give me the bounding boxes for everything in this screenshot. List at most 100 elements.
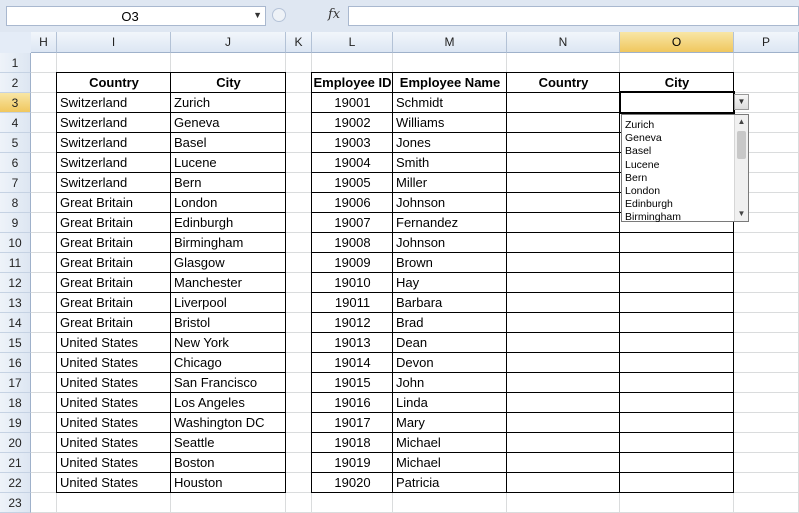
table1-cell-city[interactable]: Seattle [171,433,286,453]
table1-cell-city[interactable]: Basel [171,133,286,153]
table1-cell-country[interactable]: Great Britain [57,213,171,233]
table1-cell-city[interactable]: Glasgow [171,253,286,273]
row-header-1[interactable]: 1 [0,53,31,73]
table1-cell-country[interactable]: Great Britain [57,233,171,253]
table2-cell-employee-id[interactable]: 19015 [312,373,393,393]
row-header-23[interactable]: 23 [0,493,31,513]
row-header-20[interactable]: 20 [0,433,31,453]
table2-cell-employee-name[interactable]: Barbara [393,293,507,313]
table2-cell-employee-id[interactable]: 19003 [312,133,393,153]
table2-cell-employee-name[interactable]: John [393,373,507,393]
table2-cell-employee-name[interactable]: Michael [393,433,507,453]
table1-cell-country[interactable]: Switzerland [57,153,171,173]
row-header-4[interactable]: 4 [0,113,31,133]
row-header-11[interactable]: 11 [0,253,31,273]
table2-cell-employee-id[interactable]: 19011 [312,293,393,313]
table2-cell-employee-name[interactable]: Miller [393,173,507,193]
row-header-18[interactable]: 18 [0,393,31,413]
validation-dropdown-list[interactable]: Zurich Geneva Basel Lucene Bern London Edinbur… [621,114,749,224]
table2-cell-employee-id[interactable]: 19017 [312,413,393,433]
row-header-15[interactable]: 15 [0,333,31,353]
dropdown-option[interactable]: Zurich [625,119,654,132]
row-header-7[interactable]: 7 [0,173,31,193]
row-header-22[interactable]: 22 [0,473,31,493]
table2-cell-employee-name[interactable]: Brad [393,313,507,333]
dropdown-option[interactable]: Lucene [625,159,659,172]
table2-cell-employee-name[interactable]: Patricia [393,473,507,493]
table1-cell-city[interactable]: Geneva [171,113,286,133]
table2-cell-employee-id[interactable]: 19008 [312,233,393,253]
table1-cell-country[interactable]: Great Britain [57,293,171,313]
column-header-m[interactable]: M [393,32,507,53]
table1-cell-country[interactable]: United States [57,333,171,353]
table1-cell-city[interactable]: Chicago [171,353,286,373]
table1-cell-city[interactable]: London [171,193,286,213]
row-header-14[interactable]: 14 [0,313,31,333]
row-header-8[interactable]: 8 [0,193,31,213]
row-header-10[interactable]: 10 [0,233,31,253]
table1-cell-city[interactable]: Bern [171,173,286,193]
table2-cell-employee-id[interactable]: 19016 [312,393,393,413]
column-header-p[interactable]: P [734,32,799,53]
table1-cell-country[interactable]: United States [57,373,171,393]
table2-cell-employee-name[interactable]: Schmidt [393,93,507,113]
selected-cell-o3[interactable] [619,91,735,114]
column-header-j[interactable]: J [171,32,286,53]
table1-cell-city[interactable]: Los Angeles [171,393,286,413]
table2-cell-employee-id[interactable]: 19010 [312,273,393,293]
row-header-17[interactable]: 17 [0,373,31,393]
table2-cell-employee-name[interactable]: Fernandez [393,213,507,233]
table2-cell-employee-name[interactable]: Mary [393,413,507,433]
table1-cell-city[interactable]: Liverpool [171,293,286,313]
table2-cell-employee-id[interactable]: 19020 [312,473,393,493]
table1-cell-city[interactable]: Zurich [171,93,286,113]
table1-cell-country[interactable]: United States [57,353,171,373]
table1-cell-country[interactable]: Great Britain [57,313,171,333]
table2-cell-employee-id[interactable]: 19006 [312,193,393,213]
row-header-19[interactable]: 19 [0,413,31,433]
table2-cell-employee-id[interactable]: 19009 [312,253,393,273]
formula-input[interactable] [348,6,799,26]
row-header-16[interactable]: 16 [0,353,31,373]
table2-cell-employee-id[interactable]: 19018 [312,433,393,453]
table2-cell-employee-id[interactable]: 19012 [312,313,393,333]
table2-cell-employee-name[interactable]: Johnson [393,193,507,213]
table1-cell-country[interactable]: United States [57,413,171,433]
scroll-up-icon[interactable]: ▲ [735,115,748,129]
row-header-3[interactable]: 3 [0,93,31,113]
column-header-h[interactable]: H [31,32,57,53]
table2-cell-employee-name[interactable]: Jones [393,133,507,153]
table1-cell-city[interactable]: Lucene [171,153,286,173]
table1-cell-city[interactable]: San Francisco [171,373,286,393]
table2-cell-employee-name[interactable]: Dean [393,333,507,353]
table2-cell-employee-id[interactable]: 19007 [312,213,393,233]
table1-cell-city[interactable]: Manchester [171,273,286,293]
table2-cell-employee-id[interactable]: 19002 [312,113,393,133]
row-header-6[interactable]: 6 [0,153,31,173]
table2-cell-employee-name[interactable]: Smith [393,153,507,173]
dropdown-option[interactable]: Bern [625,172,647,185]
table2-cell-employee-name[interactable]: Williams [393,113,507,133]
dropdown-option[interactable]: Edinburgh [625,198,673,211]
dropdown-option[interactable]: Basel [625,145,651,158]
row-header-12[interactable]: 12 [0,273,31,293]
scroll-thumb[interactable] [737,131,746,159]
table1-cell-city[interactable]: Boston [171,453,286,473]
table1-cell-country[interactable]: Great Britain [57,193,171,213]
table1-cell-city[interactable]: Houston [171,473,286,493]
table2-cell-employee-name[interactable]: Hay [393,273,507,293]
dropdown-arrow-button[interactable]: ▼ [734,94,749,110]
table2-cell-employee-name[interactable]: Michael [393,453,507,473]
insert-function-icon[interactable]: fx [328,7,340,22]
table1-cell-country[interactable]: Switzerland [57,133,171,153]
row-header-5[interactable]: 5 [0,133,31,153]
column-header-k[interactable]: K [286,32,312,53]
table2-cell-employee-id[interactable]: 19014 [312,353,393,373]
table1-cell-country[interactable]: Switzerland [57,113,171,133]
row-header-21[interactable]: 21 [0,453,31,473]
table1-cell-country[interactable]: United States [57,473,171,493]
row-header-13[interactable]: 13 [0,293,31,313]
table1-cell-city[interactable]: Edinburgh [171,213,286,233]
table1-cell-city[interactable]: Washington DC [171,413,286,433]
dropdown-option[interactable]: Birmingham [625,211,681,224]
